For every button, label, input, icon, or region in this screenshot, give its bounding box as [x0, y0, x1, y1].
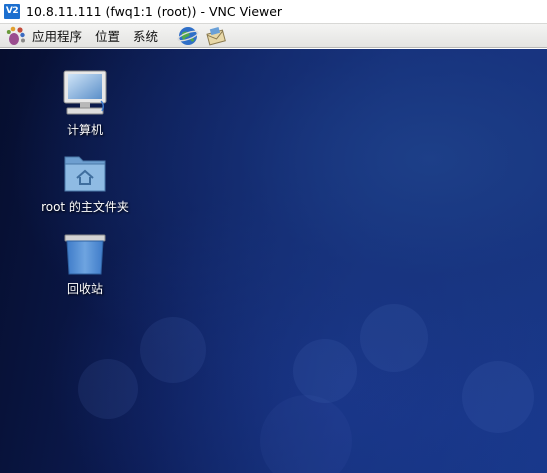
trash-icon — [64, 234, 106, 275]
gnome-foot-icon[interactable] — [5, 25, 27, 47]
desktop-icon-trash[interactable]: 回收站 — [30, 232, 140, 297]
mail-icon[interactable] — [205, 25, 227, 47]
menu-places[interactable]: 位置 — [95, 26, 120, 45]
window-titlebar[interactable]: V2 10.8.11.111 (fwq1:1 (root)) - VNC Vie… — [0, 0, 547, 22]
wallpaper-bokeh — [78, 359, 138, 419]
top-panel: 应用程序 位置 系统 — [0, 23, 547, 48]
desktop-icon-label: 计算机 — [66, 123, 103, 137]
desktop-icon-computer[interactable]: 计算机 — [30, 69, 140, 138]
desktop[interactable]: 计算机 root 的主文件夹 回收站 — [0, 49, 547, 473]
wallpaper-bokeh — [462, 361, 534, 433]
desktop-icon-label: 回收站 — [66, 282, 103, 296]
desktop-icon-label: root 的主文件夹 — [41, 200, 129, 214]
wallpaper-bokeh — [293, 339, 357, 403]
web-browser-icon[interactable] — [177, 25, 199, 47]
desktop-icon-home-folder[interactable]: root 的主文件夹 — [30, 152, 140, 215]
wallpaper-bokeh — [260, 395, 352, 473]
wallpaper-bokeh — [140, 317, 206, 383]
menu-applications[interactable]: 应用程序 — [32, 26, 82, 45]
home-folder-icon — [64, 156, 106, 192]
vnc-logo-icon: V2 — [4, 3, 20, 19]
wallpaper-bokeh — [360, 304, 428, 372]
menu-system[interactable]: 系统 — [133, 26, 158, 45]
window-title: 10.8.11.111 (fwq1:1 (root)) - VNC Viewer — [26, 3, 283, 19]
computer-icon — [63, 70, 107, 115]
